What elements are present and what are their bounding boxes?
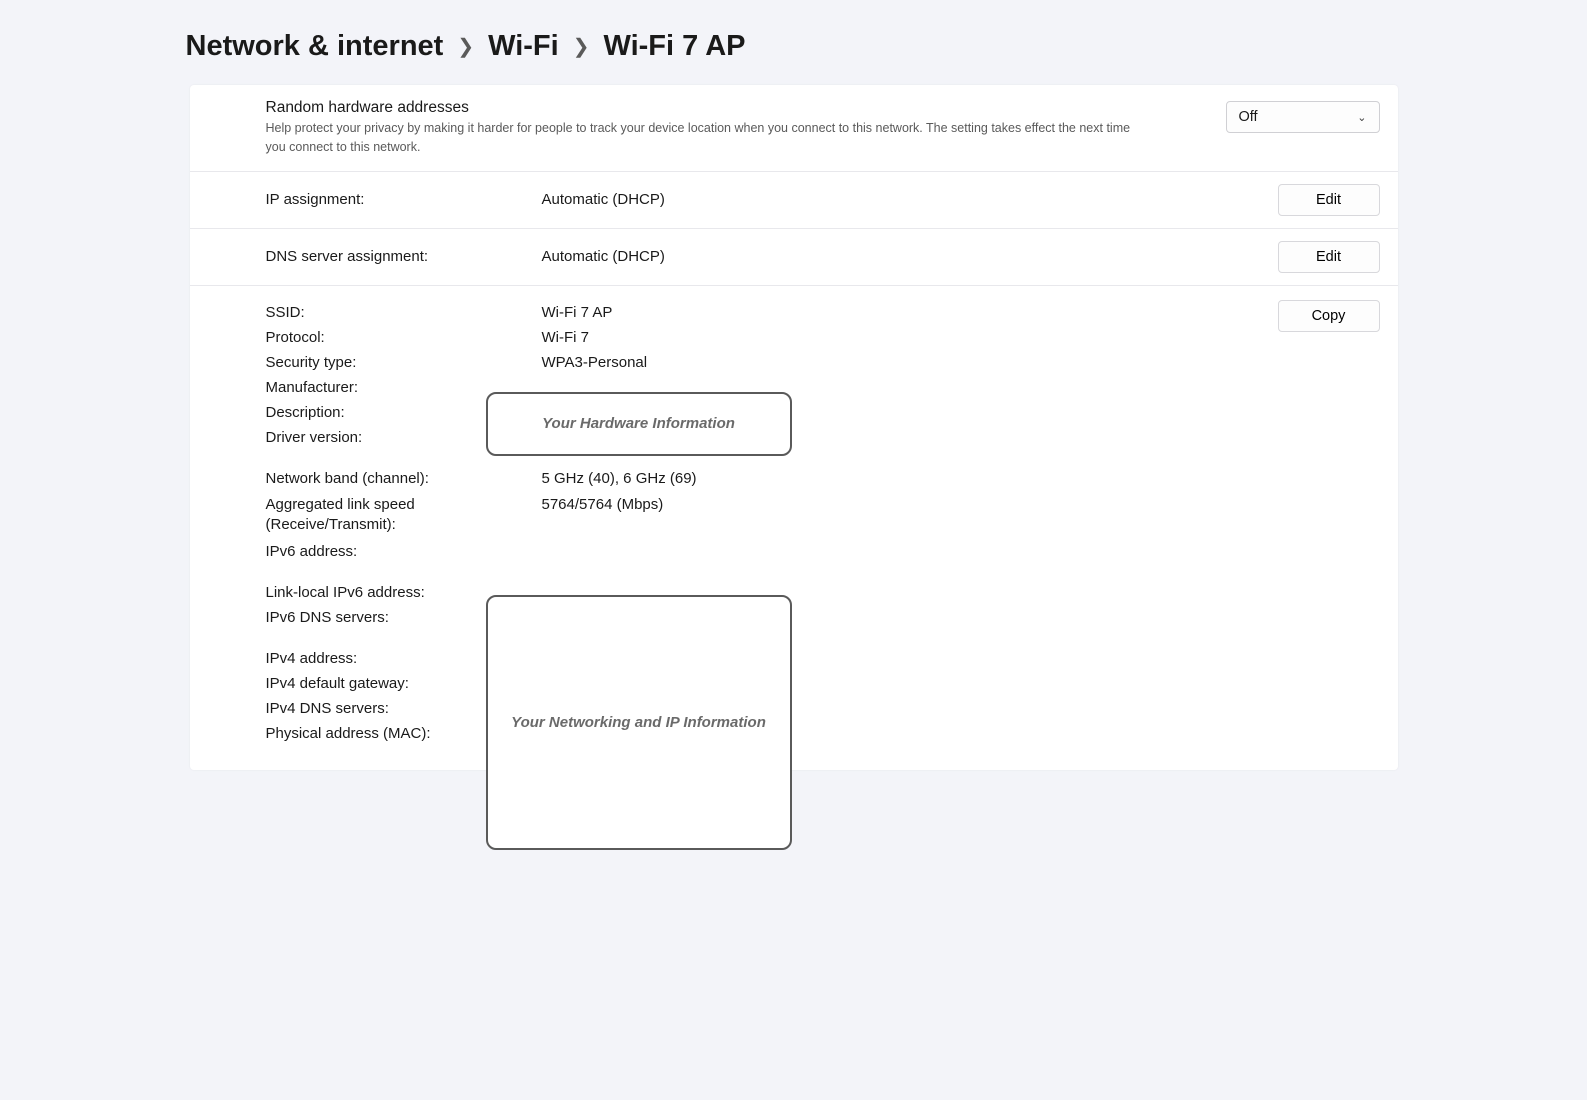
manufacturer-label: Manufacturer: [266, 379, 542, 396]
link-speed-row: Aggregated link speed (Receive/Transmit)… [266, 491, 1258, 540]
protocol-value: Wi-Fi 7 [542, 329, 590, 346]
ipv6-label: IPv6 address: [266, 543, 542, 560]
protocol-row: Protocol: Wi-Fi 7 [266, 325, 1258, 350]
security-row: Security type: WPA3-Personal [266, 350, 1258, 375]
driver-label: Driver version: [266, 429, 542, 446]
protocol-label: Protocol: [266, 329, 542, 346]
ipv4-dns-label: IPv4 DNS servers: [266, 700, 542, 717]
chevron-right-icon: ❯ [457, 34, 474, 59]
breadcrumb: Network & internet ❯ Wi-Fi ❯ Wi-Fi 7 AP [186, 30, 1398, 63]
band-row: Network band (channel): 5 GHz (40), 6 GH… [266, 466, 1258, 491]
breadcrumb-level-3: Wi-Fi 7 AP [603, 30, 745, 63]
dns-assignment-value: Automatic (DHCP) [542, 248, 665, 265]
ipv6-dns-label: IPv6 DNS servers: [266, 609, 542, 626]
driver-row: Driver version: [266, 425, 1258, 450]
settings-panel: Random hardware addresses Help protect y… [190, 85, 1398, 770]
security-value: WPA3-Personal [542, 354, 648, 371]
ipv4-row: IPv4 address: [266, 646, 1258, 671]
ssid-row: SSID: Wi-Fi 7 AP [266, 300, 1258, 325]
band-label: Network band (channel): [266, 470, 542, 487]
ssid-label: SSID: [266, 304, 542, 321]
manufacturer-row: Manufacturer: [266, 375, 1258, 400]
mac-label: Physical address (MAC): [266, 725, 542, 742]
random-hardware-section: Random hardware addresses Help protect y… [190, 85, 1398, 172]
link-local-row: Link-local IPv6 address: [266, 580, 1258, 605]
breadcrumb-level-1[interactable]: Network & internet [186, 30, 444, 63]
copy-button[interactable]: Copy [1278, 300, 1380, 332]
breadcrumb-level-2[interactable]: Wi-Fi [488, 30, 559, 63]
random-hardware-title: Random hardware addresses [266, 99, 1206, 117]
mac-row: Physical address (MAC): [266, 721, 1258, 746]
ipv6-dns-row: IPv6 DNS servers: [266, 605, 1258, 630]
link-speed-value: 5764/5764 (Mbps) [542, 496, 664, 513]
security-label: Security type: [266, 354, 542, 371]
chevron-right-icon: ❯ [573, 34, 590, 59]
link-speed-label: Aggregated link speed (Receive/Transmit)… [266, 495, 542, 536]
chevron-down-icon: ⌄ [1357, 111, 1366, 124]
link-local-label: Link-local IPv6 address: [266, 584, 542, 601]
ip-assignment-edit-button[interactable]: Edit [1278, 184, 1380, 216]
dns-assignment-section: DNS server assignment: Automatic (DHCP) … [190, 229, 1398, 286]
ssid-value: Wi-Fi 7 AP [542, 304, 613, 321]
description-label: Description: [266, 404, 542, 421]
ipv4-gw-label: IPv4 default gateway: [266, 675, 542, 692]
ip-assignment-label: IP assignment: [266, 191, 542, 208]
ip-assignment-section: IP assignment: Automatic (DHCP) Edit [190, 172, 1398, 229]
dropdown-value: Off [1239, 109, 1258, 125]
dns-assignment-edit-button[interactable]: Edit [1278, 241, 1380, 273]
ipv6-row: IPv6 address: [266, 539, 1258, 564]
dns-assignment-label: DNS server assignment: [266, 248, 542, 265]
random-hardware-dropdown[interactable]: Off ⌄ [1226, 101, 1380, 133]
band-value: 5 GHz (40), 6 GHz (69) [542, 470, 697, 487]
network-details-section: SSID: Wi-Fi 7 AP Protocol: Wi-Fi 7 Secur… [190, 286, 1398, 771]
ipv4-label: IPv4 address: [266, 650, 542, 667]
ip-assignment-value: Automatic (DHCP) [542, 191, 665, 208]
random-hardware-desc: Help protect your privacy by making it h… [266, 119, 1146, 157]
ipv4-dns-row: IPv4 DNS servers: [266, 696, 1258, 721]
ipv4-gw-row: IPv4 default gateway: [266, 671, 1258, 696]
description-row: Description: [266, 400, 1258, 425]
